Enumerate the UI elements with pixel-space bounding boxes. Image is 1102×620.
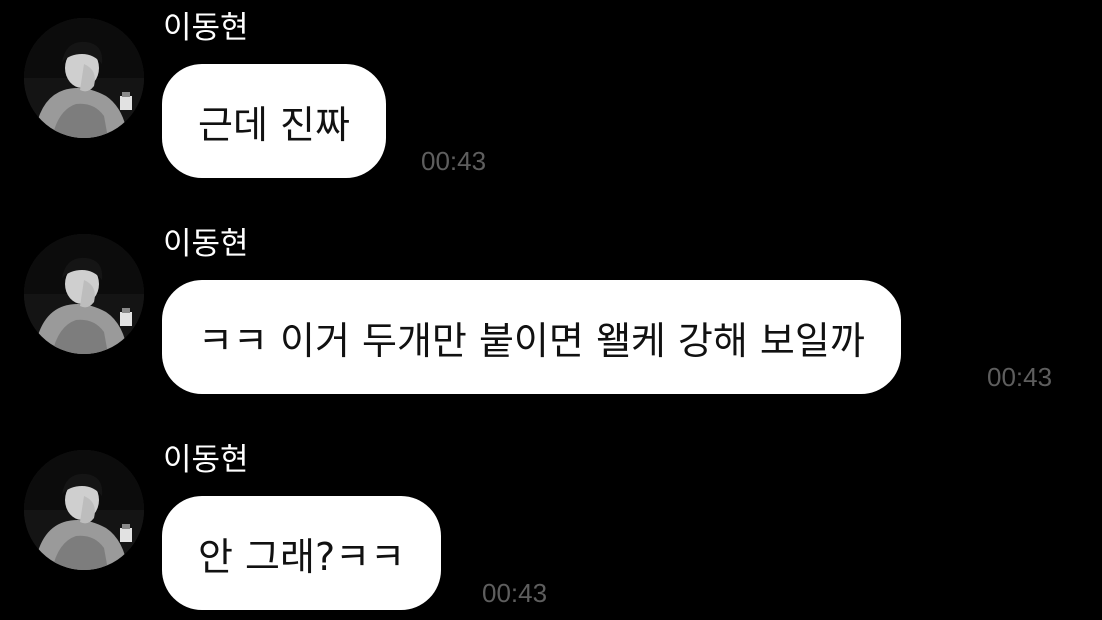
- message-bubble[interactable]: ㅋㅋ 이거 두개만 붙이면 왤케 강해 보일까: [162, 280, 901, 394]
- profile-photo-icon: [24, 234, 144, 354]
- profile-photo-icon: [24, 18, 144, 138]
- message-bubble[interactable]: 근데 진짜: [162, 64, 386, 178]
- profile-photo-icon: [24, 450, 144, 570]
- avatar[interactable]: [24, 450, 144, 570]
- message-timestamp: 00:43: [421, 146, 487, 176]
- message-bubble[interactable]: 안 그래?ㅋㅋ: [162, 496, 442, 610]
- chat-view: 이동현 근데 진짜 00:43 이동현 ㅋㅋ 이거 두개만 붙이면 왤케 강해 …: [0, 0, 1102, 620]
- avatar[interactable]: [24, 18, 144, 138]
- sender-name: 이동현: [163, 442, 249, 478]
- message-timestamp: 00:43: [482, 578, 548, 608]
- sender-name: 이동현: [163, 10, 249, 46]
- message-timestamp: 00:43: [987, 362, 1053, 392]
- sender-name: 이동현: [163, 226, 249, 262]
- avatar[interactable]: [24, 234, 144, 354]
